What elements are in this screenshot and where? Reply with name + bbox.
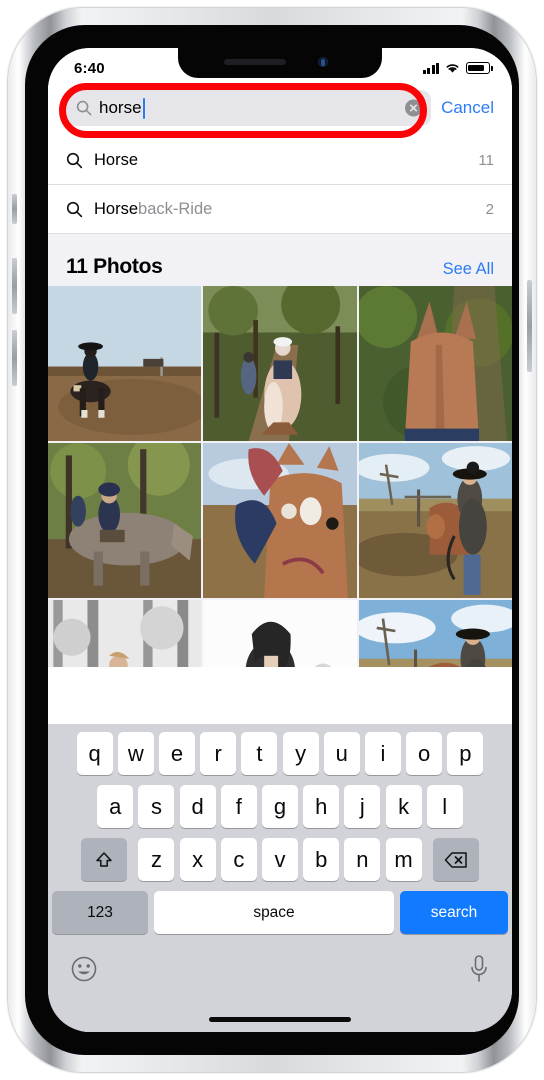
search-input-value: horse [99,98,142,117]
power-button[interactable] [527,280,532,372]
silent-switch[interactable] [12,194,17,224]
photos-section-header: 11 Photos See All [48,234,512,286]
photo-thumbnail[interactable] [358,600,512,667]
key-l[interactable]: l [426,785,463,828]
key-i[interactable]: i [364,732,401,775]
status-time: 6:40 [74,59,105,77]
front-camera-icon [318,57,328,67]
key-t[interactable]: t [241,732,278,775]
suggestion-label: Horseback-Ride [94,199,213,218]
key-k[interactable]: k [385,785,422,828]
photo-thumbnail[interactable] [358,443,512,598]
space-key[interactable]: space [154,891,394,934]
numbers-key[interactable]: 123 [52,891,148,934]
key-o[interactable]: o [406,732,443,775]
search-icon [66,152,92,169]
keyboard-bottom-row [48,944,512,984]
keyboard-row-3: z x c v b n m [48,838,512,881]
text-caret [142,97,145,119]
photo-thumbnail[interactable] [48,600,202,667]
volume-up-button[interactable] [12,258,17,314]
search-input[interactable]: horse [66,90,432,126]
suggestion-count: 11 [478,151,494,169]
suggestion-row-horseback-ride[interactable]: Horseback-Ride 2 [48,185,512,234]
key-p[interactable]: p [447,732,484,775]
status-indicators [422,62,493,74]
key-r[interactable]: r [200,732,237,775]
key-m[interactable]: m [385,838,422,881]
suggestion-count: 2 [485,200,494,218]
key-x[interactable]: x [179,838,216,881]
cancel-button[interactable]: Cancel [441,98,498,118]
microphone-icon[interactable] [468,954,490,984]
clear-text-icon[interactable] [405,99,423,117]
key-h[interactable]: h [303,785,340,828]
see-all-link[interactable]: See All [443,260,494,279]
home-indicator[interactable] [209,1017,351,1022]
key-z[interactable]: z [138,838,175,881]
keyboard-row-4: 123 space search [48,891,512,934]
onscreen-keyboard: q w e r t y u i o p a s d f g h j k l z … [48,724,512,1032]
photo-thumbnail[interactable] [358,286,512,441]
phone-screen: 6:40 horse Cancel Horse 11 Horseback-Rid… [48,48,512,1032]
photo-grid [48,286,512,667]
phone-frame: 6:40 horse Cancel Horse 11 Horseback-Rid… [8,8,536,1072]
search-icon [66,201,92,218]
key-g[interactable]: g [262,785,298,828]
key-a[interactable]: a [97,785,134,828]
suggestion-row-horse[interactable]: Horse 11 [48,136,512,185]
search-bar: horse Cancel [48,82,512,138]
key-v[interactable]: v [262,838,298,881]
suggestion-label: Horse [94,150,139,169]
key-s[interactable]: s [138,785,175,828]
key-e[interactable]: e [159,732,196,775]
key-y[interactable]: y [282,732,319,775]
key-j[interactable]: j [344,785,381,828]
search-icon [76,100,92,116]
backspace-icon[interactable] [433,838,480,881]
key-q[interactable]: q [76,732,113,775]
search-return-key[interactable]: search [400,891,508,934]
key-w[interactable]: w [117,732,154,775]
battery-icon [466,62,493,74]
key-u[interactable]: u [323,732,360,775]
emoji-icon[interactable] [70,955,98,983]
notch [178,48,382,78]
photo-thumbnail[interactable] [203,286,357,441]
shift-icon[interactable] [80,838,127,881]
key-d[interactable]: d [179,785,216,828]
key-b[interactable]: b [303,838,340,881]
keyboard-row-2: a s d f g h j k l [48,785,512,828]
signal-bars-icon [422,62,439,74]
key-n[interactable]: n [344,838,381,881]
key-f[interactable]: f [220,785,257,828]
key-c[interactable]: c [220,838,257,881]
keyboard-row-1: q w e r t y u i o p [48,732,512,775]
photo-thumbnail[interactable] [203,443,357,598]
photo-thumbnail[interactable] [48,443,202,598]
earpiece-speaker [224,59,286,65]
volume-down-button[interactable] [12,330,17,386]
photo-thumbnail[interactable] [203,600,357,667]
wifi-icon [446,64,459,73]
photo-thumbnail[interactable] [48,286,202,441]
photos-count-title: 11 Photos [66,255,163,278]
